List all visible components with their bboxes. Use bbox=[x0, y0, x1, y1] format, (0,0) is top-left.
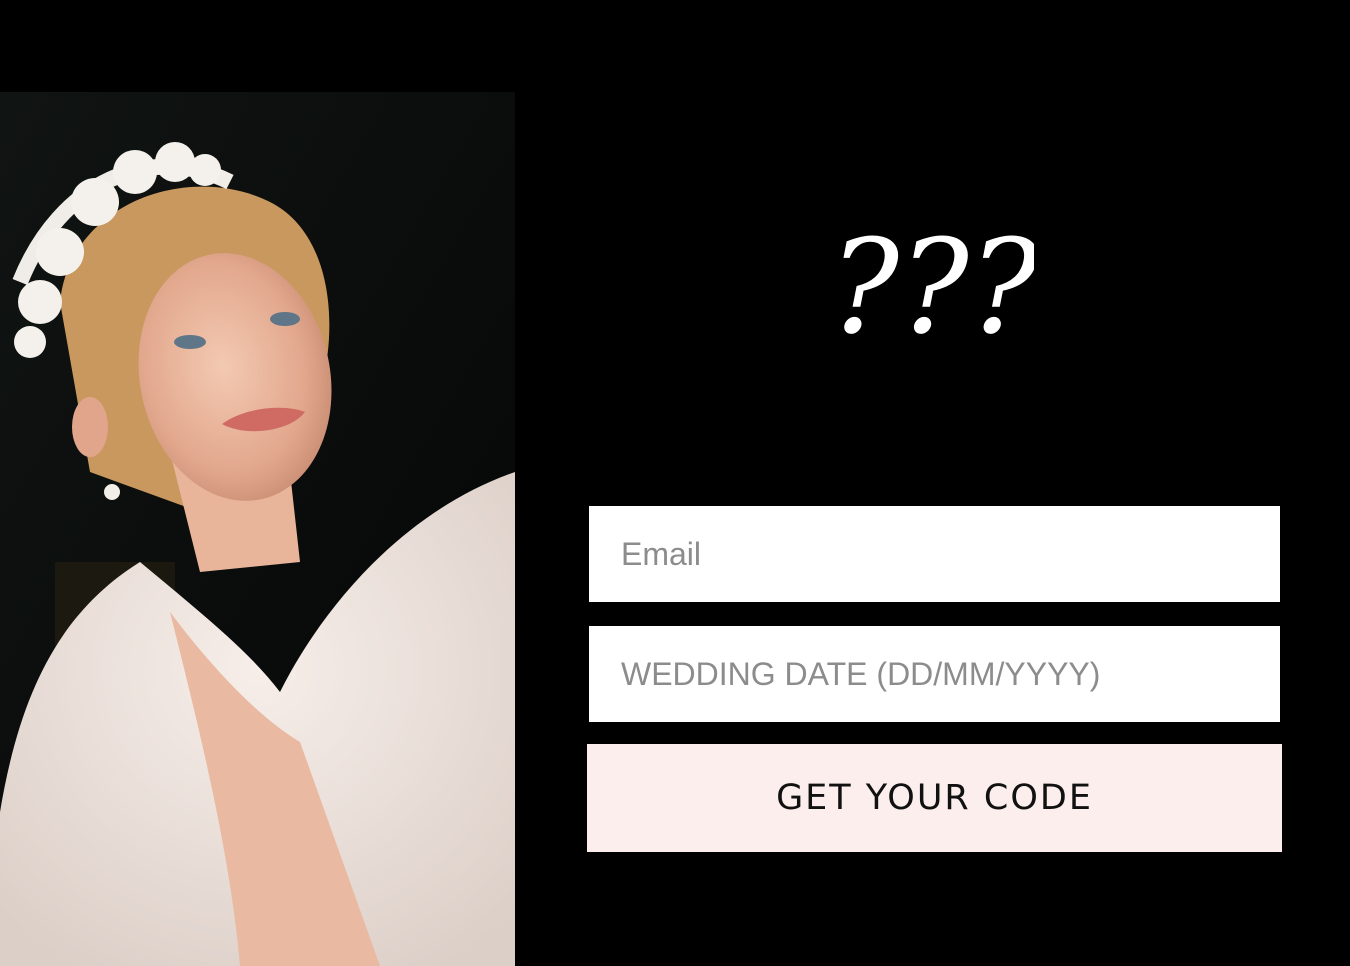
email-field[interactable] bbox=[589, 506, 1280, 602]
get-your-code-button[interactable]: GET YOUR CODE bbox=[587, 744, 1282, 852]
signup-popup: ??? GET YOUR CODE bbox=[0, 0, 1350, 966]
heading-question-marks: ??? bbox=[834, 212, 1034, 352]
svg-text:???: ??? bbox=[834, 212, 1034, 352]
bride-portrait-image bbox=[0, 92, 515, 966]
wedding-date-field[interactable] bbox=[589, 626, 1280, 722]
